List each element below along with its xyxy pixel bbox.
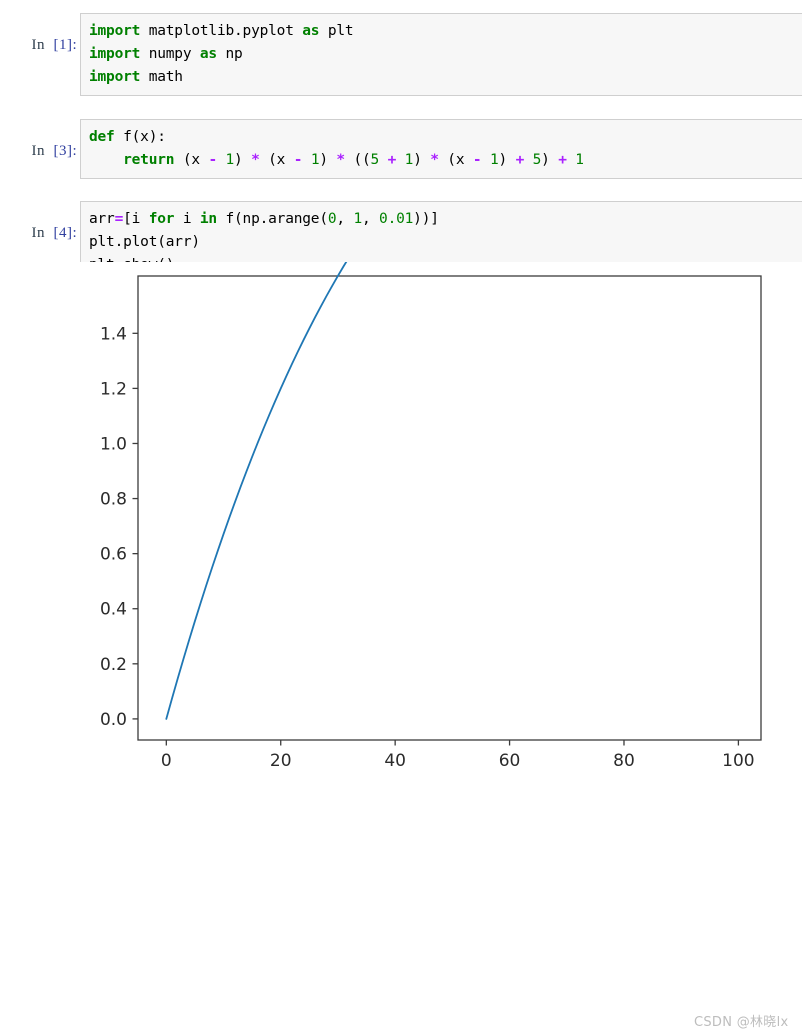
code-token: in <box>200 211 217 227</box>
x-axis-tick-label: 80 <box>613 751 635 771</box>
code-token <box>481 152 490 168</box>
cell-prompt-index: [1]: <box>54 37 78 53</box>
code-line: import matplotlib.pyplot as plt <box>89 20 802 43</box>
code-token: , <box>336 211 353 227</box>
code-token: import <box>89 69 140 85</box>
code-token: * <box>336 152 345 168</box>
cell-code-editor[interactable]: import matplotlib.pyplot as pltimport nu… <box>80 13 802 96</box>
code-token: (x <box>260 152 294 168</box>
code-token: math <box>140 69 183 85</box>
y-axis-tick-label: 1.4 <box>100 324 127 344</box>
code-token: 1 <box>575 152 584 168</box>
code-token: - <box>294 152 303 168</box>
code-token: * <box>430 152 439 168</box>
code-token: arr <box>89 211 115 227</box>
code-token: ) <box>319 152 336 168</box>
code-token: + <box>388 152 397 168</box>
code-token <box>89 152 123 168</box>
code-token <box>396 152 405 168</box>
code-token: i <box>174 211 200 227</box>
cell-code-editor[interactable]: def f(x): return (x - 1) * (x - 1) * ((5… <box>80 119 802 179</box>
code-token: return <box>123 152 174 168</box>
code-token: f(np.arange( <box>217 211 328 227</box>
code-token: import <box>89 46 140 62</box>
code-token: import <box>89 23 140 39</box>
code-token: ) <box>234 152 251 168</box>
code-token: 1 <box>226 152 235 168</box>
x-axis-tick-label: 40 <box>384 751 406 771</box>
code-token <box>217 152 226 168</box>
code-token: + <box>516 152 525 168</box>
code-token: ))] <box>413 211 439 227</box>
code-token: ) <box>499 152 516 168</box>
code-token: - <box>208 152 217 168</box>
y-axis-tick-label: 0.8 <box>100 490 127 510</box>
code-token: for <box>149 211 175 227</box>
notebook-cell-list: In [1]: import matplotlib.pyplot as plti… <box>0 0 802 284</box>
y-axis-tick-label: 1.2 <box>100 379 127 399</box>
code-token: (x <box>439 152 473 168</box>
cell-prompt: In [1]: <box>0 13 80 71</box>
code-token: (x <box>174 152 208 168</box>
code-token <box>567 152 576 168</box>
code-token: 0.01 <box>379 211 413 227</box>
code-token: , <box>362 211 379 227</box>
watermark-text: CSDN @林晓lx <box>694 1011 789 1030</box>
code-token: def <box>89 129 115 145</box>
y-axis-tick-label: 1.0 <box>100 434 127 454</box>
notebook-cell[interactable]: In [1]: import matplotlib.pyplot as plti… <box>0 13 802 96</box>
y-axis-tick-label: 0.4 <box>100 600 127 620</box>
code-line: return (x - 1) * (x - 1) * ((5 + 1) * (x… <box>89 149 802 172</box>
code-token: numpy <box>140 46 200 62</box>
code-token: 1 <box>353 211 362 227</box>
code-token: [i <box>123 211 149 227</box>
code-token: plt.plot(arr) <box>89 234 200 250</box>
cell-prompt-index: [4]: <box>54 225 78 241</box>
code-line: def f(x): <box>89 126 802 149</box>
code-token: plt <box>319 23 353 39</box>
cell-prompt-label: In <box>32 225 46 241</box>
code-token: 5 <box>533 152 542 168</box>
cell-prompt-label: In <box>32 37 46 53</box>
code-token <box>524 152 533 168</box>
code-line: import math <box>89 66 802 89</box>
code-token: = <box>115 211 124 227</box>
code-token: matplotlib.pyplot <box>140 23 302 39</box>
code-token: ) <box>541 152 558 168</box>
code-token <box>302 152 311 168</box>
cell-prompt-label: In <box>32 143 46 159</box>
y-axis-tick-label: 0.2 <box>100 655 127 675</box>
x-axis-tick-label: 20 <box>270 751 292 771</box>
matplotlib-figure: 0 20 40 60 80 100 0.0 0.2 0.4 0.6 0.8 1.0 1.2 1.4 <box>0 262 802 777</box>
code-token: as <box>302 23 319 39</box>
code-token: (( <box>345 152 371 168</box>
code-token: as <box>200 46 217 62</box>
x-axis-tick-label: 100 <box>722 751 754 771</box>
code-line: import numpy as np <box>89 43 802 66</box>
code-token: f(x): <box>115 129 166 145</box>
code-line: arr=[i for i in f(np.arange(0, 1, 0.01))… <box>89 208 802 231</box>
code-token: 5 <box>371 152 380 168</box>
code-token: + <box>558 152 567 168</box>
cell-output-figure: 0204060801000.00.20.40.60.81.01.21.4 CSD… <box>0 262 802 777</box>
code-line: plt.plot(arr) <box>89 231 802 254</box>
x-axis-tick-label: 0 <box>161 751 172 771</box>
y-axis-tick-label: 0.6 <box>100 545 127 565</box>
code-token: 1 <box>490 152 499 168</box>
code-token: * <box>251 152 260 168</box>
cell-prompt: In [4]: <box>0 201 80 259</box>
cell-prompt-index: [3]: <box>54 143 78 159</box>
code-token: np <box>217 46 243 62</box>
code-token <box>379 152 388 168</box>
x-axis-tick-label: 60 <box>499 751 521 771</box>
code-token: ) <box>413 152 430 168</box>
y-axis-tick-label: 0.0 <box>100 710 127 730</box>
cell-prompt: In [3]: <box>0 119 80 177</box>
code-token: 1 <box>405 152 414 168</box>
notebook-cell[interactable]: In [3]: def f(x): return (x - 1) * (x - … <box>0 119 802 179</box>
